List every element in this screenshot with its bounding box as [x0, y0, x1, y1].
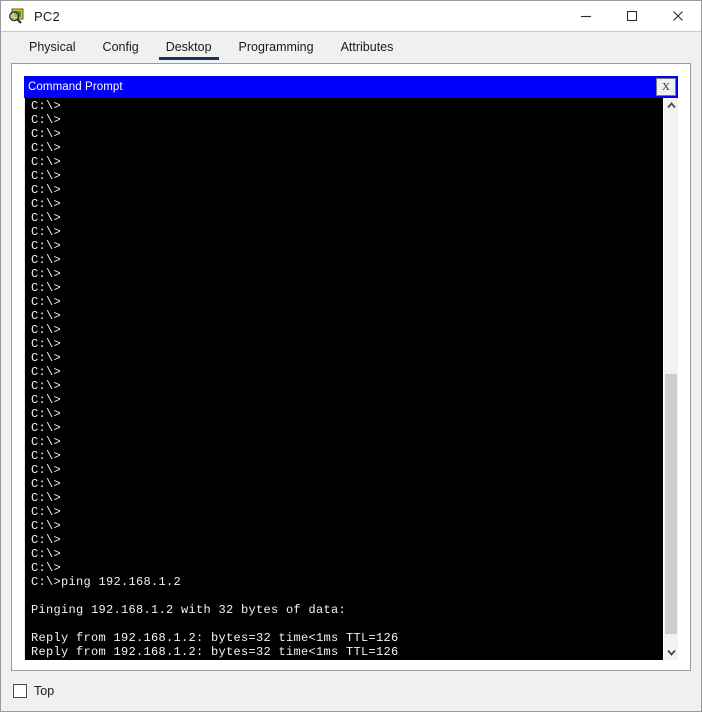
- terminal-line: C:\>: [31, 393, 663, 407]
- scrollbar-thumb[interactable]: [665, 374, 677, 635]
- command-prompt-window: Command Prompt X C:\>C:\>C:\>C:\>C:\>C:\…: [24, 76, 678, 660]
- terminal-line: C:\>: [31, 239, 663, 253]
- top-checkbox-row[interactable]: Top: [13, 684, 54, 698]
- tab-attributes-label: Attributes: [341, 40, 394, 54]
- terminal-line: [31, 589, 663, 603]
- terminal-line: Reply from 192.168.1.2: bytes=32 time<1m…: [31, 645, 663, 659]
- terminal-line: C:\>: [31, 561, 663, 575]
- chevron-up-icon: [667, 102, 676, 109]
- terminal-line: C:\>: [31, 141, 663, 155]
- terminal-line: C:\>: [31, 155, 663, 169]
- terminal-line: C:\>: [31, 267, 663, 281]
- desktop-panel: Command Prompt X C:\>C:\>C:\>C:\>C:\>C:\…: [11, 63, 691, 671]
- tab-config[interactable]: Config: [92, 38, 150, 60]
- close-button[interactable]: [655, 1, 701, 31]
- terminal-line: C:\>: [31, 463, 663, 477]
- tab-programming-label: Programming: [239, 40, 314, 54]
- terminal-line: C:\>: [31, 295, 663, 309]
- terminal-line: Pinging 192.168.1.2 with 32 bytes of dat…: [31, 603, 663, 617]
- terminal-line: C:\>: [31, 407, 663, 421]
- terminal-line: C:\>: [31, 99, 663, 113]
- terminal-line: C:\>: [31, 379, 663, 393]
- terminal-line: C:\>ping 192.168.1.2: [31, 575, 663, 589]
- terminal-line: C:\>: [31, 365, 663, 379]
- terminal-line: C:\>: [31, 421, 663, 435]
- tab-config-label: Config: [103, 40, 139, 54]
- scrollbar-up-button[interactable]: [664, 98, 678, 113]
- terminal-line: C:\>: [31, 225, 663, 239]
- tab-attributes[interactable]: Attributes: [330, 38, 405, 60]
- pc-device-icon: [8, 7, 26, 25]
- terminal-area: C:\>C:\>C:\>C:\>C:\>C:\>C:\>C:\>C:\>C:\>…: [24, 98, 678, 660]
- window-title: PC2: [34, 9, 563, 24]
- scrollbar-down-button[interactable]: [664, 645, 678, 660]
- maximize-button[interactable]: [609, 1, 655, 31]
- top-checkbox-label: Top: [34, 684, 54, 698]
- command-prompt-header: Command Prompt X: [24, 76, 678, 98]
- terminal-line: C:\>: [31, 169, 663, 183]
- terminal-line: Reply from 192.168.1.2: bytes=32 time<1m…: [31, 659, 663, 660]
- terminal-line: C:\>: [31, 547, 663, 561]
- terminal-line: Reply from 192.168.1.2: bytes=32 time<1m…: [31, 631, 663, 645]
- terminal-line: C:\>: [31, 281, 663, 295]
- tab-physical[interactable]: Physical: [18, 38, 87, 60]
- close-icon: [671, 9, 685, 23]
- minimize-icon: [579, 9, 593, 23]
- panel-footer: Top: [1, 671, 701, 711]
- terminal-line: C:\>: [31, 435, 663, 449]
- terminal-line: C:\>: [31, 337, 663, 351]
- terminal-line: C:\>: [31, 113, 663, 127]
- chevron-down-icon: [667, 649, 676, 656]
- terminal-line: C:\>: [31, 253, 663, 267]
- terminal-output[interactable]: C:\>C:\>C:\>C:\>C:\>C:\>C:\>C:\>C:\>C:\>…: [25, 98, 663, 660]
- terminal-line: C:\>: [31, 127, 663, 141]
- tab-bar: Physical Config Desktop Programming Attr…: [1, 32, 701, 60]
- tab-programming[interactable]: Programming: [228, 38, 325, 60]
- terminal-line: C:\>: [31, 533, 663, 547]
- terminal-line: C:\>: [31, 197, 663, 211]
- terminal-line: C:\>: [31, 309, 663, 323]
- top-checkbox[interactable]: [13, 684, 27, 698]
- terminal-line: C:\>: [31, 449, 663, 463]
- minimize-button[interactable]: [563, 1, 609, 31]
- terminal-line: C:\>: [31, 505, 663, 519]
- terminal-line: C:\>: [31, 491, 663, 505]
- terminal-line: C:\>: [31, 211, 663, 225]
- window-titlebar: PC2: [1, 1, 701, 32]
- command-prompt-close-button[interactable]: X: [656, 78, 676, 96]
- tab-physical-label: Physical: [29, 40, 76, 54]
- terminal-line: C:\>: [31, 477, 663, 491]
- terminal-line: C:\>: [31, 183, 663, 197]
- scrollbar-track[interactable]: [664, 113, 678, 645]
- tab-desktop-label: Desktop: [166, 40, 212, 54]
- terminal-line: [31, 617, 663, 631]
- pc2-window: PC2 Physical: [0, 0, 702, 712]
- window-controls: [563, 1, 701, 31]
- maximize-icon: [625, 9, 639, 23]
- terminal-line: C:\>: [31, 519, 663, 533]
- command-prompt-title: Command Prompt: [28, 81, 123, 93]
- tab-desktop[interactable]: Desktop: [155, 38, 223, 60]
- terminal-scrollbar[interactable]: [663, 98, 678, 660]
- terminal-line: C:\>: [31, 351, 663, 365]
- terminal-line: C:\>: [31, 323, 663, 337]
